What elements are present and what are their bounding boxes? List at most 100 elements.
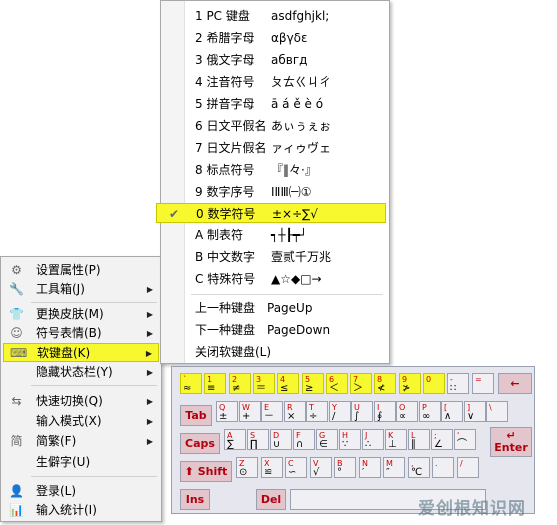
key-row2-12[interactable]: \ <box>486 401 508 422</box>
soft-keyboard-submenu: 1 PC 键盘 asdfghjkl; 2 希腊字母 αβγδε 3 俄文字母 а… <box>156 0 390 364</box>
menu-item-simplified-traditional[interactable]: 简 简繁(F) ▶ <box>3 432 159 451</box>
backspace-arrow-icon: ← <box>510 377 520 390</box>
key-row4-9[interactable]: / <box>457 457 479 478</box>
key-row2-3[interactable]: R × <box>284 401 306 422</box>
enter-key[interactable]: ↵ Enter <box>490 427 532 457</box>
key-symbol: ≡ <box>207 383 216 394</box>
menu-item-settings[interactable]: ⚙ 设置属性(P) <box>3 261 159 280</box>
key-row3-0[interactable]: A ∑ <box>224 429 246 450</box>
menu-item-emoticons[interactable]: ☺ 符号表情(B) ▶ <box>3 324 159 343</box>
key-row3-2[interactable]: D ∪ <box>270 429 292 450</box>
key-row2-11[interactable]: ] ∨ <box>464 401 486 422</box>
key-row1-5[interactable]: 5 ≥ <box>302 373 324 394</box>
key-row2-2[interactable]: E － <box>261 401 283 422</box>
menu-item-label: 隐藏状态栏(Y) <box>36 365 113 379</box>
key-row2-7[interactable]: I ∮ <box>374 401 396 422</box>
submenu-sample: ⅠⅡⅢ㈠① <box>271 185 312 199</box>
key-row4-8[interactable]: . <box>432 457 454 478</box>
submenu-item-box-drawing[interactable]: A 制表符 ┑┼┠┯┘ <box>163 225 387 245</box>
key-row3-3[interactable]: F ∩ <box>293 429 315 450</box>
menu-separator <box>31 302 157 303</box>
key-row1-8[interactable]: 8 ≮ <box>374 373 396 394</box>
key-row3-6[interactable]: J ∴ <box>362 429 384 450</box>
menu-item-rare-chars[interactable]: 生僻字(U) <box>3 453 159 472</box>
menu-item-quick-switch[interactable]: ⇆ 快速切换(Q) ▶ <box>3 392 159 411</box>
key-row3-4[interactable]: G ∈ <box>316 429 338 450</box>
menu-item-label: 工具箱(J) <box>36 282 85 296</box>
submenu-item-greek[interactable]: 2 希腊字母 αβγδε <box>163 28 387 48</box>
key-row2-1[interactable]: W + <box>239 401 261 422</box>
key-row2-8[interactable]: O ∝ <box>396 401 418 422</box>
menu-item-input-stats[interactable]: 📊 输入统计(I) <box>3 501 159 520</box>
key-row2-4[interactable]: T ÷ <box>306 401 328 422</box>
key-row2-10[interactable]: [∧ <box>441 401 463 422</box>
key-row2-5[interactable]: Y / <box>329 401 351 422</box>
submenu-item-katakana[interactable]: 7 日文片假名 ァィゥヴェ <box>163 138 387 158</box>
key-row4-0[interactable]: Z ⊙ <box>236 457 258 478</box>
key-row1-6[interactable]: 6 ＜ <box>326 373 348 394</box>
submenu-item-next-keyboard[interactable]: 下一种键盘 PageDown <box>163 320 387 340</box>
submenu-label: 上一种键盘 <box>195 301 256 315</box>
submenu-item-numbers[interactable]: 9 数字序号 ⅠⅡⅢ㈠① <box>163 182 387 202</box>
key-row4-7[interactable]: , ℃ <box>408 457 430 478</box>
wrench-icon: 🔧 <box>9 282 24 296</box>
key-row3-7[interactable]: K ⊥ <box>385 429 407 450</box>
key-row1-10[interactable]: 0 <box>423 373 445 394</box>
submenu-sample: 壹贰千万兆 <box>271 250 332 264</box>
key-row1-11[interactable]: - ∷ <box>447 373 469 394</box>
key-row3-9[interactable]: ; ∠ <box>431 429 453 450</box>
key-row1-0[interactable]: ` ≈ <box>180 373 202 394</box>
key-row2-6[interactable]: U ∫ <box>351 401 373 422</box>
key-row1-4[interactable]: 4 ≤ <box>277 373 299 394</box>
key-row1-9[interactable]: 9 ≯ <box>399 373 421 394</box>
key-symbol: ⊙ <box>239 467 248 478</box>
key-row4-5[interactable]: N ′ <box>359 457 381 478</box>
submenu-item-pc[interactable]: 1 PC 键盘 asdfghjkl; <box>163 6 387 26</box>
key-row3-8[interactable]: L ∥ <box>408 429 430 450</box>
submenu-item-prev-keyboard[interactable]: 上一种键盘 PageUp <box>163 298 387 318</box>
del-key[interactable]: Del <box>256 489 286 510</box>
menu-item-input-mode[interactable]: 输入模式(X) ▶ <box>3 412 159 431</box>
shift-key[interactable]: ⬆ Shift <box>180 461 232 482</box>
key-row3-1[interactable]: S ∏ <box>247 429 269 450</box>
submenu-item-russian[interactable]: 3 俄文字母 абвгд <box>163 50 387 70</box>
key-row3-5[interactable]: H ∵ <box>339 429 361 450</box>
key-row4-3[interactable]: V √ <box>310 457 332 478</box>
key-row4-6[interactable]: M ″ <box>383 457 405 478</box>
key-symbol: × <box>287 411 296 422</box>
key-row4-2[interactable]: C ∽ <box>285 457 307 478</box>
menu-item-skin[interactable]: 👕 更换皮肤(M) ▶ <box>3 305 159 324</box>
key-row2-0[interactable]: Q ± <box>216 401 238 422</box>
menu-separator <box>31 476 157 477</box>
submenu-item-bopomofo[interactable]: 4 注音符号 ㄆㄊㄍㄐㄔ <box>163 72 387 92</box>
key-row1-2[interactable]: 2 ≠ <box>229 373 251 394</box>
backspace-key[interactable]: ← <box>498 373 532 394</box>
key-symbol: ＝ <box>256 383 266 394</box>
ins-key[interactable]: Ins <box>180 489 210 510</box>
menu-item-soft-keyboard[interactable]: ⌨ 软键盘(K) ▶ <box>3 343 159 362</box>
key-row1-1[interactable]: 1 ≡ <box>204 373 226 394</box>
submenu-item-hiragana[interactable]: 6 日文平假名 あぃぅぇぉ <box>163 116 387 136</box>
menu-item-login[interactable]: 👤 登录(L) <box>3 482 159 501</box>
key-symbol: ⌒ <box>457 439 467 450</box>
menu-item-hide-statusbar[interactable]: 隐藏状态栏(Y) ▶ <box>3 363 159 382</box>
key-symbol: ∷ <box>450 383 457 394</box>
key-row1-12[interactable]: = <box>472 373 494 394</box>
key-symbol: + <box>242 411 251 422</box>
key-row1-7[interactable]: 7 ＞ <box>350 373 372 394</box>
key-row1-3[interactable]: 3 ＝ <box>253 373 275 394</box>
menu-item-toolbox[interactable]: 🔧 工具箱(J) ▶ <box>3 280 159 299</box>
submenu-item-chinese-numerals[interactable]: B 中文数字 壹贰千万兆 <box>163 247 387 267</box>
caps-key[interactable]: Caps <box>180 433 220 454</box>
submenu-item-special[interactable]: C 特殊符号 ▲☆◆□→ <box>163 269 387 289</box>
key-row4-4[interactable]: B ° <box>334 457 356 478</box>
submenu-item-punctuation[interactable]: 8 标点符号 『‖々·』 <box>163 160 387 180</box>
submenu-item-close-keyboard[interactable]: 关闭软键盘(L) <box>163 342 387 362</box>
key-row2-9[interactable]: P ∞ <box>419 401 441 422</box>
key-row4-1[interactable]: X ≌ <box>261 457 283 478</box>
tab-key[interactable]: Tab <box>180 405 212 426</box>
key-symbol: ″ <box>386 467 390 478</box>
key-row3-10[interactable]: ' ⌒ <box>454 429 476 450</box>
submenu-item-pinyin[interactable]: 5 拼音字母 ā á ě è ó <box>163 94 387 114</box>
submenu-item-math[interactable]: ✔ 0 数学符号 ±×÷∑√ <box>156 203 386 223</box>
